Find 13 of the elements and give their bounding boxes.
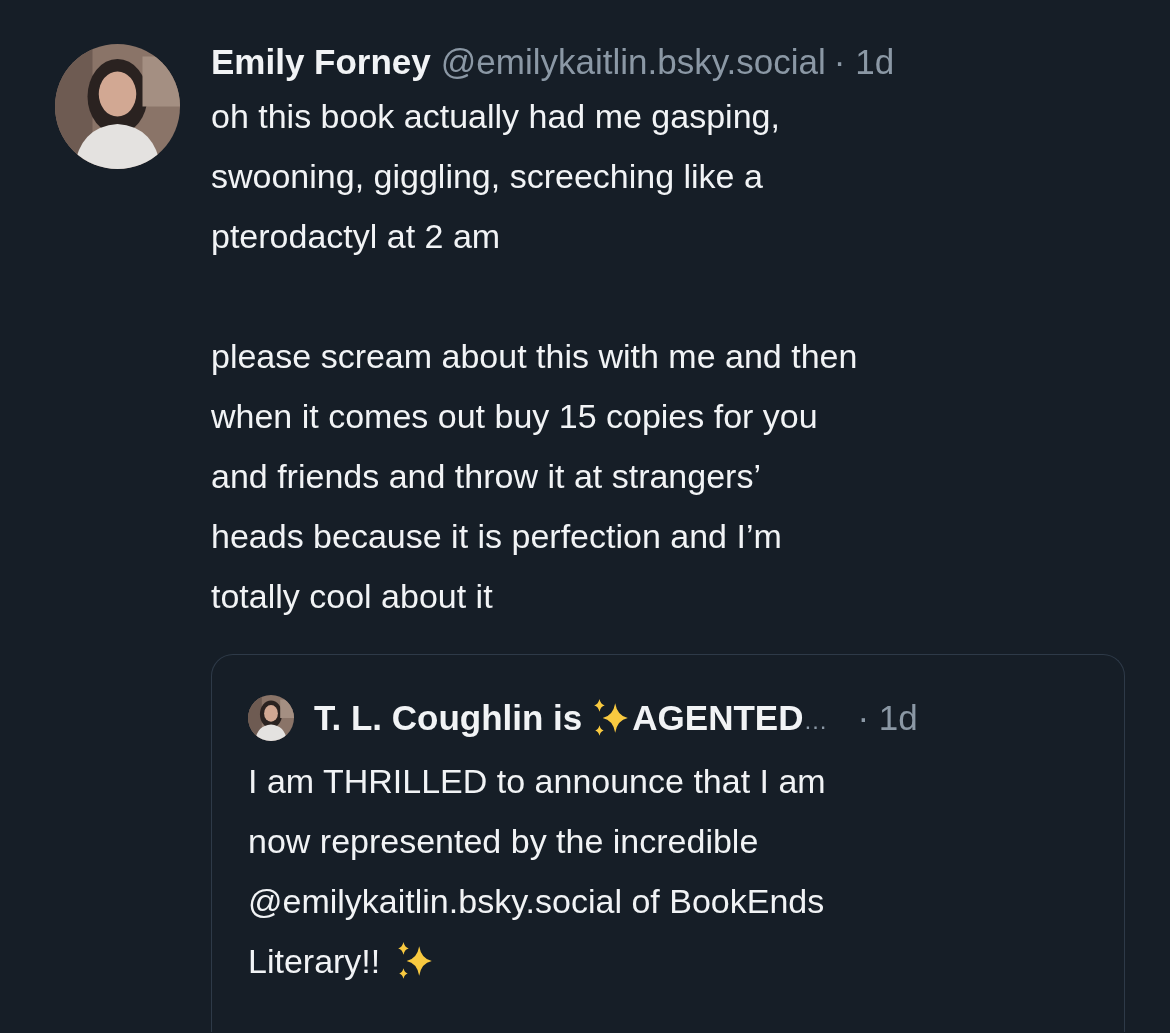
post-time: · 1d	[833, 41, 895, 83]
post-text: oh this book actually had me gasping, swooning, giggling, screeching like a pterodactyl at 2 am please scream about this with me and then when it comes out buy 15 copies for you and friends and throw it at strangers’ heads because it is perfection and I’m totally cool about it	[211, 96, 859, 617]
quote-time: · 1d	[857, 698, 918, 738]
quote-author-name: AGENTED	[632, 698, 804, 738]
quote-card[interactable]: T. L. Coughlin is AGENTED… · 1d I am THRILLED to announce that I am now represented by the incredible @emilykaitlin.bsky.social of BookEnds Literary!!	[211, 654, 1125, 1032]
author-handle[interactable]: @emilykaitlin.bsky.social	[440, 40, 826, 84]
author-name[interactable]: Emily Forney	[211, 40, 431, 84]
ellipsis: …	[803, 707, 828, 735]
quote-author-name: T. L. Coughlin is	[314, 698, 583, 738]
quote-text-line: Literary!!	[248, 941, 381, 982]
quote-text-line: I am THRILLED to announce that I am	[248, 761, 826, 802]
quote-text-line: now represented by the incredible	[248, 821, 759, 862]
quote-text-line: @emilykaitlin.bsky.social of BookEnds	[248, 881, 825, 922]
